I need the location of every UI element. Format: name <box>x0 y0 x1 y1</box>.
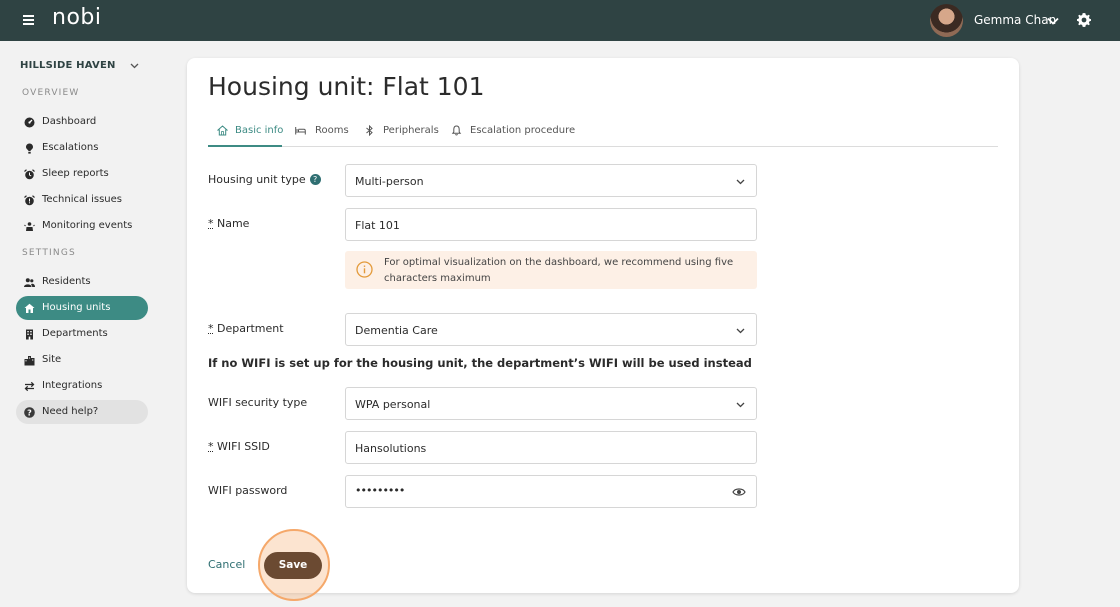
sidebar-item-label: Residents <box>42 276 91 287</box>
sidebar-item-label: Sleep reports <box>42 168 109 179</box>
page-title: Housing unit: Flat 101 <box>208 72 485 101</box>
sidebar-item-label: Site <box>42 354 62 365</box>
housing-unit-type-label: Housing unit type? <box>208 173 321 186</box>
name-warning: For optimal visualization on the dashboa… <box>345 251 757 289</box>
alarm-clock-icon <box>24 169 35 180</box>
housing-unit-type-select[interactable]: Multi-person <box>345 164 757 197</box>
sidebar-item-label: Dashboard <box>42 116 97 127</box>
wifi-ssid-field[interactable]: Hansolutions <box>345 431 757 464</box>
avatar[interactable] <box>930 4 963 37</box>
sidebar-item-integrations[interactable]: Integrations <box>16 374 148 398</box>
app-logo: nobi <box>52 5 102 30</box>
building-icon <box>26 329 33 340</box>
user-name[interactable]: Gemma Chan <box>974 13 1056 27</box>
wifi-security-type-label: WIFI security type <box>208 396 308 409</box>
info-icon <box>356 261 373 278</box>
need-help-label: Need help? <box>42 406 99 417</box>
dashboard-icon <box>24 117 35 128</box>
tab-label: Basic info <box>235 125 284 136</box>
chevron-down-icon[interactable] <box>129 60 140 71</box>
swap-arrows-icon <box>24 381 35 392</box>
tab-peripherals[interactable]: Peripherals <box>358 118 439 147</box>
name-label: * Name <box>208 217 250 230</box>
help-icon: ? <box>24 407 35 418</box>
bluetooth-icon <box>366 125 373 136</box>
sidebar-item-sleep-reports[interactable]: Sleep reports <box>16 162 148 186</box>
eye-icon[interactable] <box>732 486 746 498</box>
chevron-down-icon <box>736 328 745 334</box>
chevron-down-icon <box>736 179 745 185</box>
cancel-button[interactable]: Cancel <box>208 558 245 571</box>
sidebar-item-label: Housing units <box>42 302 111 313</box>
department-label: * Department <box>208 322 284 335</box>
home-icon <box>24 303 35 313</box>
menu-icon[interactable] <box>23 14 34 26</box>
sidebar: HILLSIDE HAVEN OVERVIEW Dashboard Escala… <box>0 41 165 607</box>
sidebar-item-label: Escalations <box>42 142 99 153</box>
wifi-security-type-select[interactable]: WPA personal <box>345 387 757 420</box>
housing-unit-type-value: Multi-person <box>355 175 424 188</box>
chevron-down-icon <box>736 402 745 408</box>
sidebar-item-escalations[interactable]: Escalations <box>16 136 148 160</box>
tab-bar: Basic info Rooms Peripherals Escalation … <box>208 118 998 147</box>
help-icon[interactable]: ? <box>309 174 321 185</box>
top-bar: nobi Gemma Chan <box>0 0 1120 41</box>
sidebar-item-residents[interactable]: Residents <box>16 270 148 294</box>
wifi-note: If no WIFI is set up for the housing uni… <box>208 356 752 370</box>
sidebar-item-site[interactable]: Site <box>16 348 148 372</box>
wifi-security-type-value: WPA personal <box>355 398 431 411</box>
tab-label: Peripherals <box>383 125 439 136</box>
sidebar-item-monitoring-events[interactable]: Monitoring events <box>16 214 148 238</box>
department-value: Dementia Care <box>355 324 438 337</box>
svg-text:?: ? <box>27 408 32 417</box>
sidebar-item-label: Integrations <box>42 380 103 391</box>
wifi-password-label: WIFI password <box>208 484 288 497</box>
tab-rooms[interactable]: Rooms <box>288 118 352 147</box>
sidebar-item-dashboard[interactable]: Dashboard <box>16 110 148 134</box>
need-help-button[interactable]: ? Need help? <box>16 400 148 424</box>
wifi-ssid-label: * WIFI SSID <box>208 440 270 453</box>
bed-icon <box>295 127 306 135</box>
settings-section-title: SETTINGS <box>22 248 76 258</box>
site-selector[interactable]: HILLSIDE HAVEN <box>20 60 116 71</box>
name-value: Flat 101 <box>355 219 400 232</box>
bell-icon <box>451 125 462 136</box>
sidebar-item-label: Technical issues <box>42 194 122 205</box>
save-button[interactable]: Save <box>264 552 322 579</box>
name-warning-text: For optimal visualization on the dashboa… <box>384 257 734 284</box>
wifi-password-field[interactable]: ••••••••• <box>345 475 757 508</box>
wifi-password-value: ••••••••• <box>355 484 405 497</box>
required-marker: * <box>208 217 214 230</box>
escalation-icon <box>26 143 33 154</box>
required-marker: * <box>208 440 214 453</box>
sidebar-item-housing-units[interactable]: Housing units <box>16 296 148 320</box>
tab-basic-info[interactable]: Basic info <box>208 118 284 147</box>
sidebar-item-technical-issues[interactable]: Technical issues <box>16 188 148 212</box>
technical-icon <box>24 195 35 206</box>
sidebar-item-label: Monitoring events <box>42 220 133 231</box>
sidebar-item-departments[interactable]: Departments <box>16 322 148 346</box>
chevron-down-icon[interactable] <box>1046 14 1060 28</box>
wifi-ssid-value: Hansolutions <box>355 442 427 455</box>
overview-section-title: OVERVIEW <box>22 88 80 98</box>
home-icon <box>217 125 228 136</box>
tab-label: Escalation procedure <box>470 125 576 136</box>
monitoring-icon <box>24 222 35 231</box>
tab-escalation-procedure[interactable]: Escalation procedure <box>446 118 575 147</box>
tab-label: Rooms <box>315 125 349 136</box>
people-icon <box>24 278 35 287</box>
name-field[interactable]: Flat 101 <box>345 208 757 241</box>
required-marker: * <box>208 322 214 335</box>
gear-icon[interactable] <box>1076 12 1092 28</box>
sidebar-item-label: Departments <box>42 328 108 339</box>
city-icon <box>24 356 35 366</box>
department-select[interactable]: Dementia Care <box>345 313 757 346</box>
